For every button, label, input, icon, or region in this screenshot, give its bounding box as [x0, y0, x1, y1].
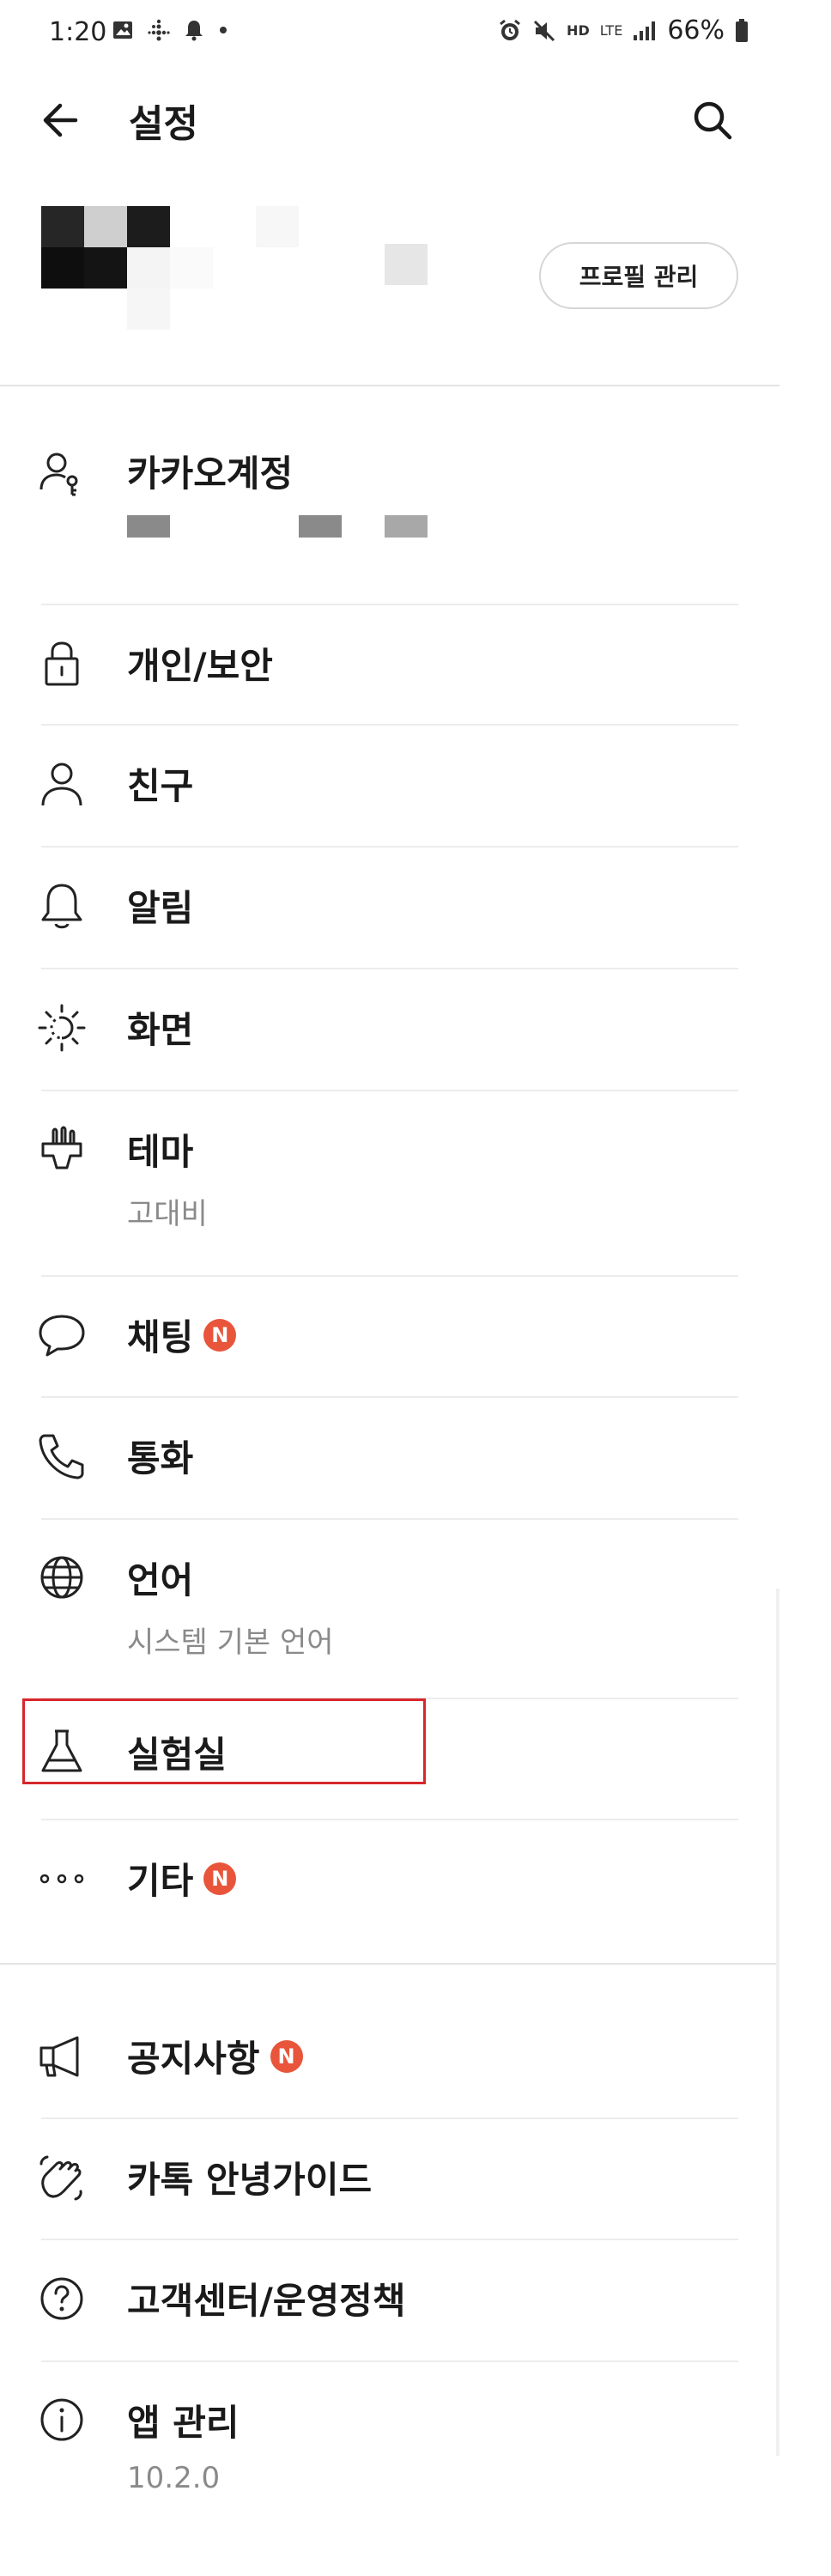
status-bar: 1:20 HD LTE 66%	[0, 0, 831, 65]
megaphone-icon	[39, 2036, 79, 2077]
settings-item-label: 고객센터/운영정책	[127, 2280, 406, 2322]
battery-icon	[736, 18, 748, 42]
settings-item-guide[interactable]: 카톡 안녕가이드	[0, 2122, 779, 2233]
divider	[41, 724, 738, 726]
lock-icon	[45, 641, 79, 686]
signal-icon	[634, 21, 656, 40]
divider	[41, 2360, 738, 2362]
settings-item-label: 카카오계정	[127, 453, 294, 495]
settings-item-label: 기타 N	[127, 1852, 237, 1905]
phone-icon	[39, 1434, 84, 1479]
settings-item-theme[interactable]: 테마 고대비	[0, 1094, 779, 1266]
settings-item-value: 시스템 기본 언어	[127, 1625, 334, 1660]
settings-item-etc[interactable]: 기타 N	[0, 1823, 779, 1935]
waving-hand-icon	[39, 2155, 82, 2201]
gallery-icon	[113, 21, 132, 39]
notification-bell-icon	[185, 21, 203, 41]
divider	[41, 1396, 738, 1398]
search-button[interactable]	[687, 94, 738, 146]
fitbit-icon	[148, 19, 170, 41]
settings-item-help[interactable]: 고객센터/운영정책	[0, 2243, 779, 2354]
info-circle-icon	[40, 2398, 83, 2441]
divider	[41, 1819, 738, 1820]
section-divider	[0, 1963, 779, 1965]
settings-item-friends[interactable]: 친구	[0, 728, 779, 840]
settings-item-display[interactable]: 화면	[0, 972, 779, 1084]
new-badge: N	[203, 1862, 237, 1895]
network-label: LTE	[599, 22, 623, 39]
settings-item-notice[interactable]: 공지사항 N	[0, 2001, 779, 2112]
settings-item-notifications[interactable]: 알림	[0, 850, 779, 962]
settings-item-label-text: 채팅	[127, 1316, 194, 1358]
settings-item-label: 알림	[127, 887, 194, 929]
settings-item-call[interactable]: 통화	[0, 1400, 779, 1512]
person-icon	[41, 762, 82, 806]
more-dots-icon	[39, 1874, 84, 1884]
settings-item-kakao-account[interactable]: 카카오계정	[0, 429, 779, 580]
settings-item-label: 채팅 N	[127, 1309, 237, 1361]
account-email-redacted	[299, 515, 342, 538]
account-email-redacted	[385, 515, 428, 538]
settings-item-label: 앱 관리	[127, 2402, 240, 2444]
chat-bubble-icon	[39, 1315, 85, 1357]
app-version: 10.2.0	[127, 2461, 221, 2495]
settings-item-language[interactable]: 언어 시스템 기본 언어	[0, 1522, 779, 1694]
mute-icon	[533, 20, 555, 41]
settings-item-label: 카톡 안녕가이드	[127, 2159, 373, 2201]
new-badge: N	[270, 2039, 303, 2073]
settings-item-label: 언어	[127, 1559, 194, 1601]
status-time: 1:20	[49, 17, 107, 47]
divider	[41, 1275, 738, 1277]
account-email-redacted	[127, 515, 170, 538]
divider	[41, 968, 738, 969]
divider	[41, 604, 738, 605]
back-button[interactable]	[36, 94, 88, 146]
divider	[41, 2239, 738, 2240]
profile-name-redacted	[385, 244, 428, 285]
settings-item-privacy-security[interactable]: 개인/보안	[0, 608, 779, 720]
top-app-bar: 설정	[0, 77, 831, 163]
divider	[41, 846, 738, 848]
highlight-outline	[22, 1698, 426, 1784]
bell-icon	[41, 884, 82, 929]
settings-item-app-manage[interactable]: 앱 관리 10.2.0	[0, 2365, 779, 2537]
search-icon	[694, 101, 732, 140]
divider	[0, 385, 779, 386]
theme-brush-icon	[41, 1126, 82, 1170]
settings-item-label: 개인/보안	[127, 645, 273, 687]
new-badge: N	[203, 1318, 237, 1352]
battery-percent: 66%	[667, 15, 725, 46]
settings-item-label: 공지사항 N	[127, 2030, 303, 2082]
alarm-icon	[500, 19, 520, 40]
divider	[41, 1090, 738, 1091]
settings-item-label-text: 공지사항	[127, 2038, 260, 2080]
settings-item-label: 테마	[127, 1131, 194, 1173]
avatar[interactable]	[41, 206, 299, 361]
brightness-icon	[38, 1004, 86, 1052]
settings-item-label: 화면	[127, 1009, 194, 1051]
page-title: 설정	[129, 102, 198, 146]
profile-manage-button[interactable]: 프로필 관리	[539, 242, 738, 309]
globe-icon	[40, 1556, 83, 1599]
question-circle-icon	[40, 2277, 83, 2320]
hd-voice-label: HD	[567, 22, 590, 39]
settings-item-value: 고대비	[127, 1197, 208, 1231]
scrollbar[interactable]	[776, 1589, 779, 2456]
profile-section[interactable]: 프로필 관리	[0, 172, 831, 395]
settings-item-chat[interactable]: 채팅 N	[0, 1279, 779, 1391]
settings-item-label: 통화	[127, 1437, 194, 1479]
divider	[41, 2117, 738, 2119]
settings-item-label-text: 기타	[127, 1860, 194, 1902]
settings-item-label: 친구	[127, 765, 194, 807]
account-key-icon	[39, 453, 78, 496]
dot-icon	[220, 27, 227, 33]
arrow-left-icon	[43, 103, 78, 137]
divider	[41, 1518, 738, 1520]
